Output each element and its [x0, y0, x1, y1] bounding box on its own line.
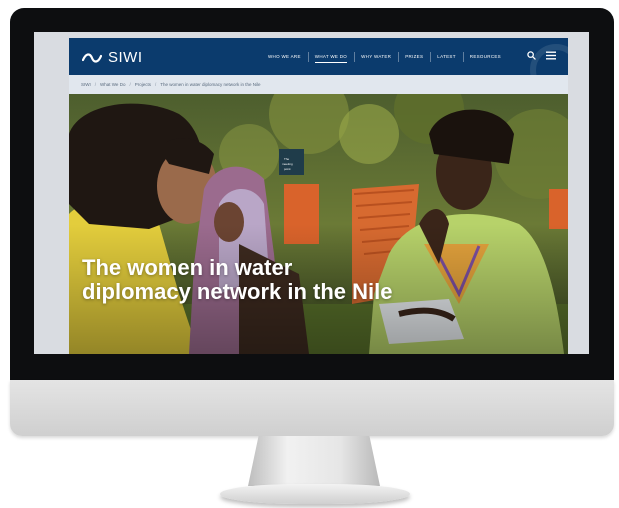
main-nav: WHO WE ARE WHAT WE DO WHY WATER PRIZES L… — [261, 38, 508, 75]
hero-title: The women in water diplomacy network in … — [82, 255, 393, 304]
nav-resources[interactable]: RESOURCES — [462, 52, 508, 62]
breadcrumb-separator: / — [129, 82, 131, 87]
breadcrumb-item-home[interactable]: SIWI — [81, 82, 91, 87]
breadcrumb-item-current: The women in water diplomacy network in … — [160, 82, 261, 87]
hero-image: The meeting point The women in water dip… — [69, 94, 568, 354]
monitor-screen: SIWI WHO WE ARE WHAT WE DO WHY WATER PRI… — [34, 32, 589, 354]
nav-prizes[interactable]: PRIZES — [398, 52, 430, 62]
hamburger-menu-icon[interactable] — [546, 51, 556, 60]
nav-why-water[interactable]: WHY WATER — [354, 52, 398, 62]
monitor-chin — [10, 380, 614, 436]
nav-latest[interactable]: LATEST — [430, 52, 462, 62]
monitor-frame: SIWI WHO WE ARE WHAT WE DO WHY WATER PRI… — [10, 8, 614, 380]
breadcrumb-item-what-we-do[interactable]: What We Do — [100, 82, 125, 87]
breadcrumb: SIWI / What We Do / Projects / The women… — [69, 75, 568, 94]
svg-text:The: The — [284, 157, 290, 161]
monitor-stand-neck — [248, 436, 380, 486]
search-icon[interactable] — [527, 51, 536, 60]
hero-photo: The meeting point — [69, 94, 568, 354]
site-header: SIWI WHO WE ARE WHAT WE DO WHY WATER PRI… — [69, 38, 568, 75]
nav-what-we-do[interactable]: WHAT WE DO — [307, 52, 354, 63]
site-logo[interactable]: SIWI — [82, 49, 143, 66]
breadcrumb-separator: / — [154, 82, 157, 87]
header-icons — [527, 51, 556, 60]
wave-logo-icon — [82, 52, 102, 63]
svg-text:point: point — [284, 167, 291, 171]
svg-text:meeting: meeting — [282, 162, 293, 166]
website: SIWI WHO WE ARE WHAT WE DO WHY WATER PRI… — [69, 38, 568, 354]
breadcrumb-separator: / — [94, 82, 97, 87]
logo-text: SIWI — [108, 49, 143, 66]
nav-who-we-are[interactable]: WHO WE ARE — [261, 54, 308, 59]
breadcrumb-item-projects[interactable]: Projects — [135, 82, 151, 87]
monitor-stand-base — [220, 484, 410, 504]
